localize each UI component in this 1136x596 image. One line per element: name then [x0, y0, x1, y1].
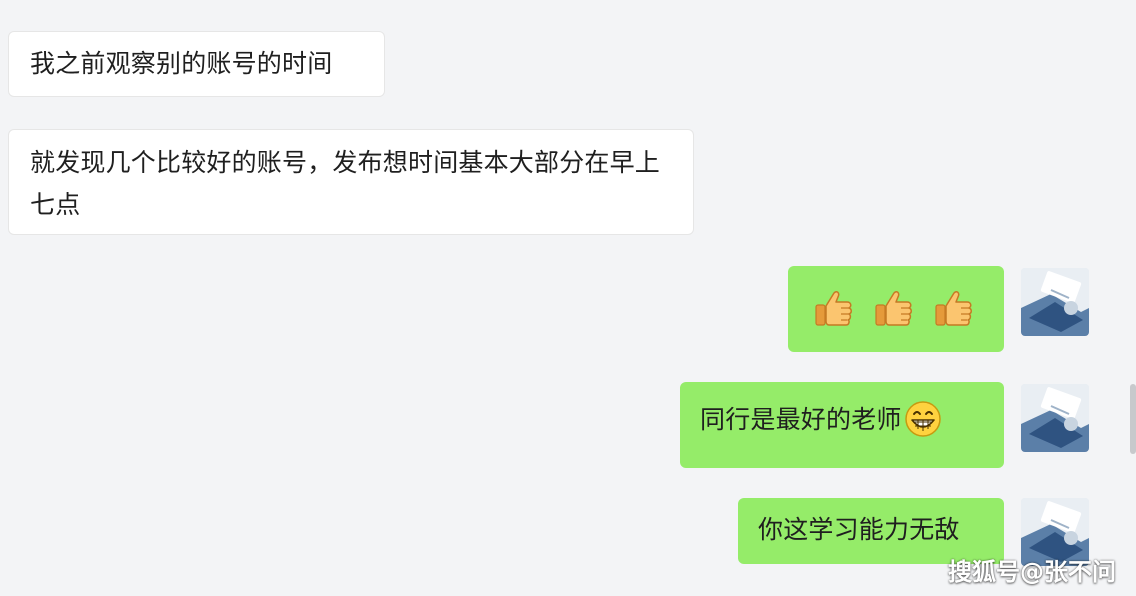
thumbs-up-icon — [935, 291, 972, 326]
avatar[interactable] — [1021, 268, 1089, 336]
thumbs-up-icon — [815, 291, 852, 326]
message-text: 同行是最好的老师 — [700, 405, 902, 434]
chat-area: 我之前观察别的账号的时间 就发现几个比较好的账号，发布想时间基本大部分在早上七点 — [0, 0, 1136, 596]
message-bubble-outgoing[interactable]: 你这学习能力无敌 — [738, 498, 1004, 564]
avatar-image — [1021, 384, 1089, 452]
avatar-image — [1021, 268, 1089, 336]
message-bubble-outgoing[interactable]: 同行是最好的老师 — [680, 382, 1004, 468]
message-bubble-outgoing[interactable] — [788, 266, 1004, 352]
avatar[interactable] — [1021, 384, 1089, 452]
message-bubble-incoming[interactable]: 我之前观察别的账号的时间 — [8, 31, 385, 97]
avatar[interactable] — [1021, 498, 1089, 566]
watermark: 搜狐号@张不问 — [948, 558, 1116, 586]
message-text: 你这学习能力无敌 — [758, 515, 960, 544]
message-text: 我之前观察别的账号的时间 — [30, 49, 333, 78]
message-bubble-incoming[interactable]: 就发现几个比较好的账号，发布想时间基本大部分在早上七点 — [8, 129, 694, 235]
emoji-row — [812, 266, 984, 352]
grinning-face-icon — [904, 401, 941, 437]
scrollbar[interactable] — [1130, 384, 1136, 454]
thumbs-up-icon — [875, 291, 912, 326]
avatar-image — [1021, 498, 1089, 566]
message-text: 就发现几个比较好的账号，发布想时间基本大部分在早上七点 — [30, 148, 661, 219]
